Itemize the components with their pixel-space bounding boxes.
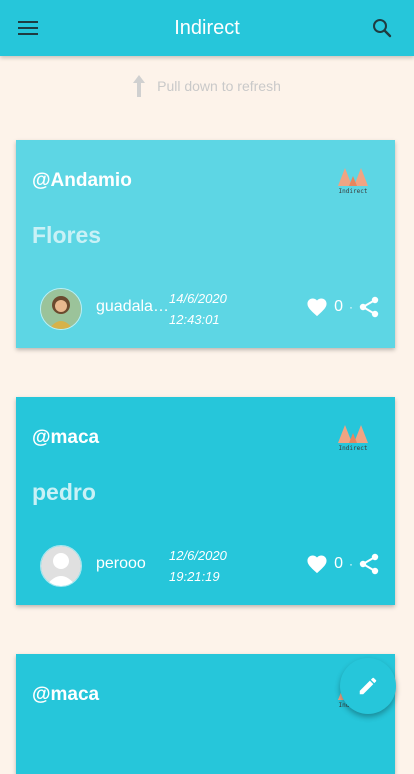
post-title: Flores xyxy=(32,222,102,248)
post-actions: 0 · xyxy=(306,553,379,575)
like-count: 0 xyxy=(334,298,343,315)
post-title: pedro xyxy=(32,479,96,505)
share-icon[interactable] xyxy=(359,296,379,318)
menu-button[interactable] xyxy=(14,14,42,42)
compose-button[interactable] xyxy=(340,658,396,714)
hamburger-menu-icon xyxy=(18,21,38,35)
post-timestamp: 12/6/2020 19:21:19 xyxy=(169,545,227,587)
arrow-up-icon xyxy=(133,75,146,97)
avatar[interactable] xyxy=(40,288,82,330)
share-icon[interactable] xyxy=(359,553,379,575)
post-handle[interactable]: @Andamio xyxy=(32,170,132,192)
post-username[interactable]: guadalajara xyxy=(96,298,170,316)
pull-to-refresh: Pull down to refresh xyxy=(0,74,414,98)
post-actions: 0 · xyxy=(306,296,379,318)
post-timestamp: 14/6/2020 12:43:01 xyxy=(169,288,227,330)
post-time: 19:21:19 xyxy=(169,569,220,584)
indirect-logo: Indirect xyxy=(335,421,371,457)
like-count: 0 xyxy=(334,555,343,572)
post-date: 12/6/2020 xyxy=(169,548,227,563)
avatar[interactable] xyxy=(40,545,82,587)
search-icon xyxy=(373,19,392,38)
heart-icon[interactable] xyxy=(306,554,328,574)
app-bar: Indirect xyxy=(0,0,414,56)
search-button[interactable] xyxy=(368,14,396,42)
post-card[interactable]: @Andamio Indirect Flores guadalajara 14/… xyxy=(16,140,395,348)
post-card[interactable]: @maca Indirect pedro perooo 12/6/2020 19… xyxy=(16,397,395,605)
post-card[interactable]: @maca Indirect xyxy=(16,654,395,774)
heart-icon[interactable] xyxy=(306,297,328,317)
post-handle[interactable]: @maca xyxy=(32,427,99,449)
refresh-label: Pull down to refresh xyxy=(157,78,281,94)
indirect-logo: Indirect xyxy=(335,164,371,200)
post-date: 14/6/2020 xyxy=(169,291,227,306)
post-username[interactable]: perooo xyxy=(96,555,170,573)
pencil-icon xyxy=(359,677,377,695)
separator-dot: · xyxy=(349,557,353,571)
post-handle[interactable]: @maca xyxy=(32,684,99,706)
separator-dot: · xyxy=(349,300,353,314)
post-time: 12:43:01 xyxy=(169,312,220,327)
app-title: Indirect xyxy=(174,16,240,39)
